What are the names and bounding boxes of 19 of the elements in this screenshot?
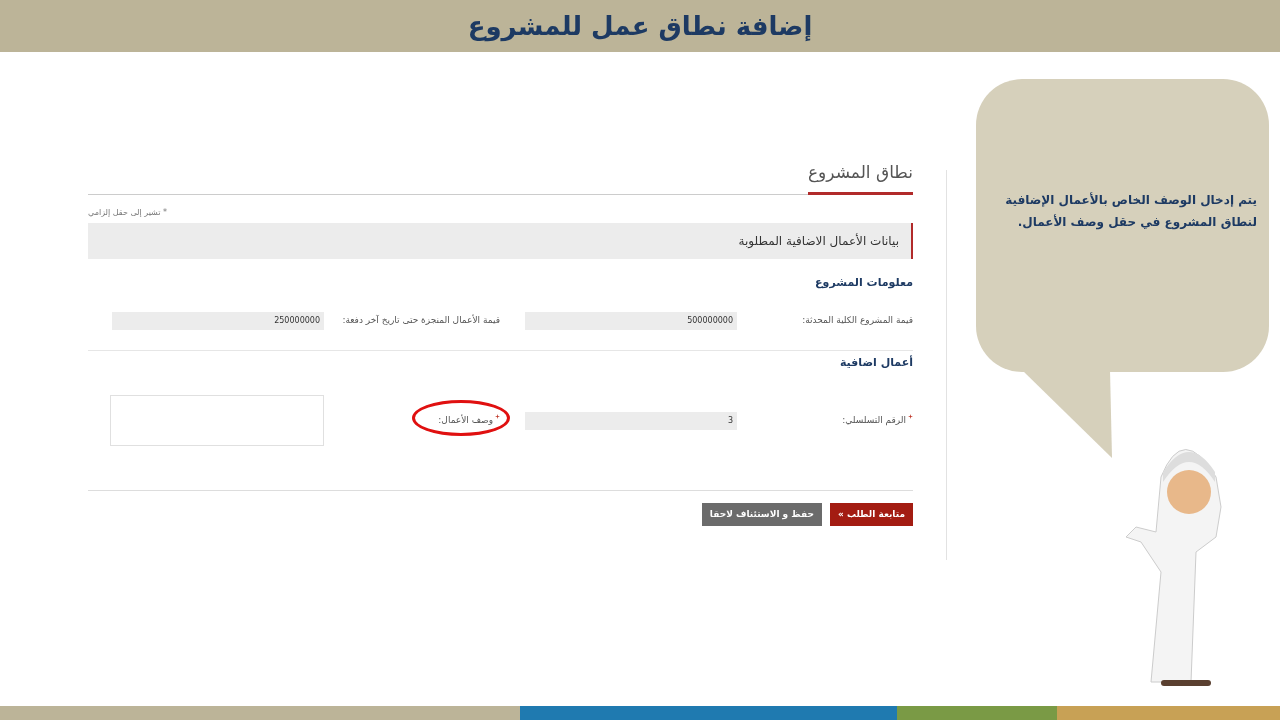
section-title: بيانات الأعمال الاضافية المطلوبة <box>88 223 913 259</box>
required-note: * تشير إلى حقل إلزامي <box>88 207 167 219</box>
field-label: وصف الأعمال: <box>438 413 493 427</box>
callout-text: يتم إدخال الوصف الخاص بالأعمال الإضافية لنطاق المشروع في حقل وصف الأعمال. <box>1004 191 1257 232</box>
group-heading: أعمال اضافية <box>838 354 913 371</box>
input-field[interactable]: 250000000 <box>112 311 324 330</box>
group-heading: معلومات المشروع <box>814 275 913 291</box>
required-mark-icon <box>495 414 500 419</box>
required-mark-icon <box>908 414 913 419</box>
field-label: الرقم التسلسلي: <box>842 413 906 428</box>
field-label: قيمة الأعمال المنجزة حتى تاريخ آخر دفعة: <box>342 313 500 327</box>
slide-title: إضافة نطاق عمل للمشروع <box>467 9 813 44</box>
input-field[interactable]: 3 <box>525 411 737 430</box>
input-field[interactable]: 500000000 <box>525 311 737 330</box>
page-title[interactable]: نطاق المشروع <box>807 160 913 195</box>
save-later-button[interactable]: حفظ و الاستئناف لاحقا <box>701 503 822 526</box>
continue-button[interactable]: متابعة الطلب » <box>829 503 913 526</box>
field-label: قيمة المشروع الكلية المحدثة: <box>802 313 913 327</box>
text-area[interactable] <box>110 395 324 446</box>
